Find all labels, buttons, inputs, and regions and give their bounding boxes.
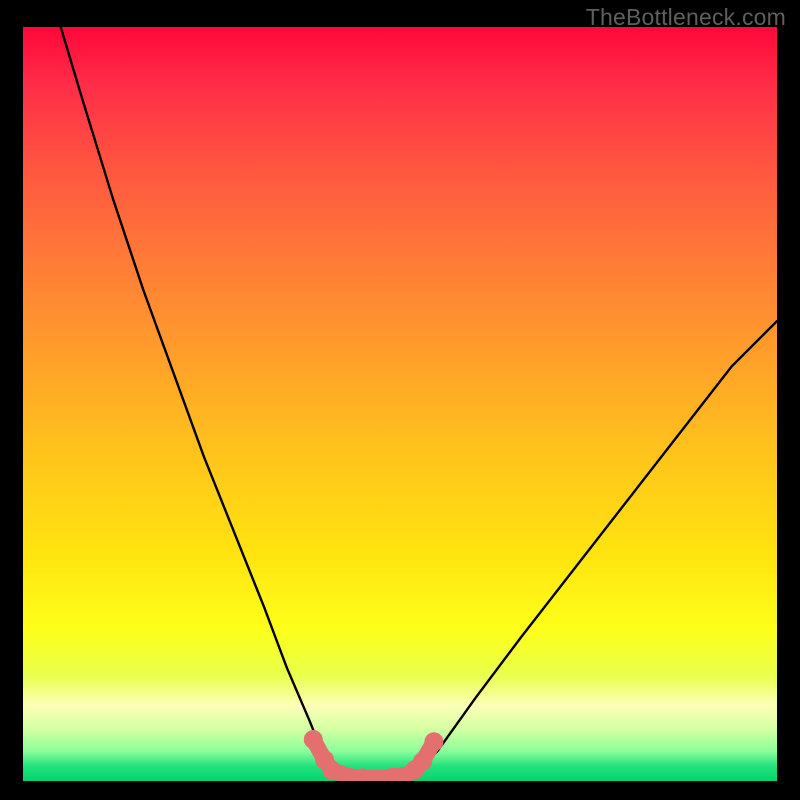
curve-layer bbox=[23, 27, 777, 781]
valley-highlight bbox=[304, 730, 444, 781]
chart-frame: TheBottleneck.com bbox=[0, 0, 800, 800]
main-curve bbox=[61, 27, 777, 779]
watermark-text: TheBottleneck.com bbox=[586, 4, 786, 31]
plot-area bbox=[23, 27, 777, 781]
